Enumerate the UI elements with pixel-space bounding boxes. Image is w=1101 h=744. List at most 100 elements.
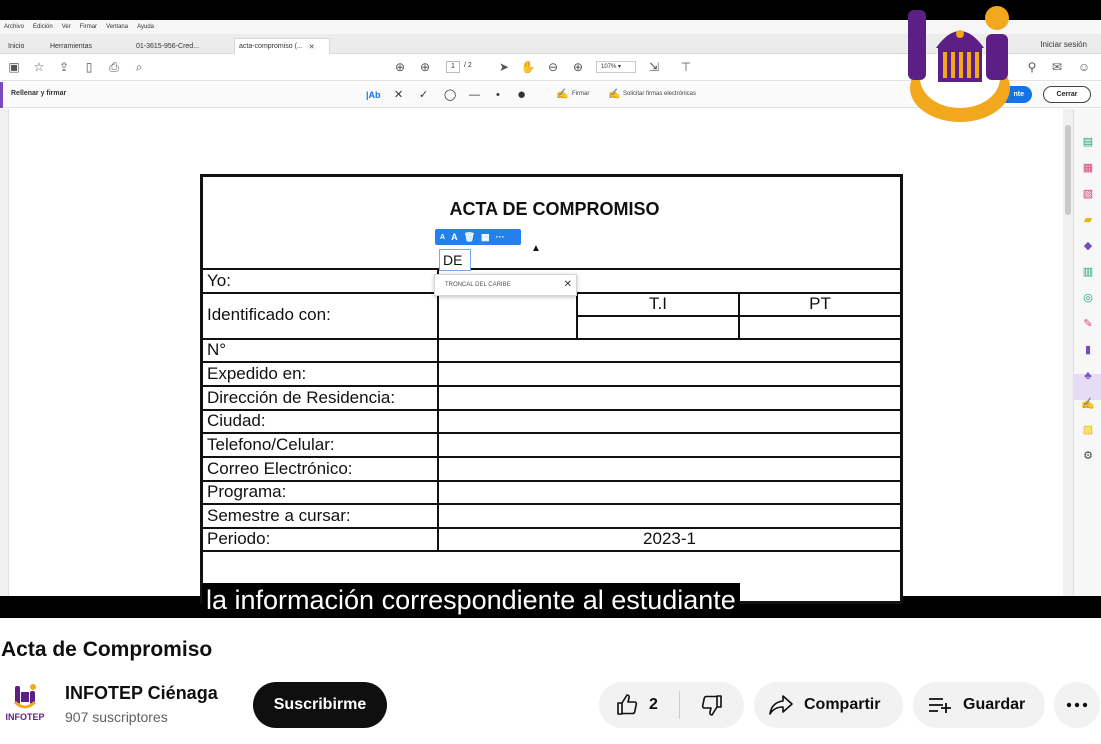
form-line xyxy=(203,432,900,434)
text-format-toolbar: A A 🗑 ▦ ··· xyxy=(435,229,521,245)
label-programa: Programa: xyxy=(207,482,287,501)
thumbs-up-icon xyxy=(617,694,638,715)
label-numero: N° xyxy=(207,340,227,359)
search-icon: ⌕ xyxy=(135,60,143,74)
edit-pdf-icon: ▦ xyxy=(1082,162,1094,174)
infotep-logo-watermark xyxy=(908,6,1010,122)
zoom-select: 107% ▾ xyxy=(596,61,636,73)
fill-sign-tool-icon: ✍ xyxy=(1081,398,1095,410)
add-text-icon: |Ab xyxy=(366,90,381,100)
label-telefono: Telefono/Celular: xyxy=(207,435,335,454)
form-line xyxy=(203,480,900,482)
export-pdf-icon: ▤ xyxy=(1082,136,1094,148)
share-button[interactable]: Compartir xyxy=(754,682,903,728)
label-direccion: Dirección de Residencia: xyxy=(207,388,396,407)
sign-label: Firmar xyxy=(572,91,590,97)
autofill-suggestion: TRONCAL DEL CARIBE ✕ xyxy=(434,274,577,296)
share-arrow-icon xyxy=(769,695,793,715)
save-button[interactable]: Guardar xyxy=(913,682,1045,728)
page-total: / 2 xyxy=(464,62,472,69)
mail-icon: ✉ xyxy=(1051,60,1063,74)
left-panel-collapse xyxy=(0,109,9,596)
option-ti: T.I xyxy=(649,294,667,313)
signin-link: Iniciar sesión xyxy=(1040,40,1087,49)
fit-page-icon: ⇲ xyxy=(648,60,660,74)
comment-icon: ▰ xyxy=(1083,214,1093,226)
account-icon: ☺ xyxy=(1077,60,1091,74)
close-icon: ✕ xyxy=(563,279,572,290)
thumbs-down-icon xyxy=(701,695,722,716)
tools-panel: ▤ ▦ ▧ ▰ ◆ ▥ ◎ ✎ ▮ ♣ ✍ ▨ ⚙ xyxy=(1073,109,1101,596)
request-sign-icon: ✍ xyxy=(608,89,621,100)
menu-firmar: Firmar xyxy=(79,24,98,30)
close-button: Cerrar xyxy=(1043,86,1091,103)
cross-mark-icon: ✕ xyxy=(394,89,404,101)
subscribe-button[interactable]: Suscribirme xyxy=(253,682,387,728)
label-identificado: Identificado con: xyxy=(207,305,331,324)
tab-herramientas: Herramientas xyxy=(50,42,93,50)
organize-icon: ▥ xyxy=(1082,266,1094,278)
print-icon: ⎙ xyxy=(109,60,119,74)
share-label: Compartir xyxy=(804,696,881,713)
form-line xyxy=(203,338,900,340)
video-title: Acta de Compromiso xyxy=(1,638,213,661)
channel-name[interactable]: INFOTEP Ciénaga xyxy=(65,683,218,704)
tab-close-icon: ✕ xyxy=(308,43,315,51)
hand-icon: ✋ xyxy=(520,60,536,74)
tab-document-2: acta-compromiso (... ✕ xyxy=(234,38,330,54)
save-icon: ▣ xyxy=(8,60,20,74)
tab-inicio: Inicio xyxy=(8,42,25,50)
save-label: Guardar xyxy=(963,696,1026,713)
more-actions-button[interactable] xyxy=(1054,682,1100,728)
combine-icon: ◆ xyxy=(1083,240,1093,252)
delete-icon: 🗑 xyxy=(463,231,475,242)
label-periodo: Periodo: xyxy=(207,529,271,548)
mouse-cursor-icon: ▲ xyxy=(531,243,541,254)
cloud-upload-icon: ⇪ xyxy=(58,60,70,74)
menu-ventana: Ventana xyxy=(106,24,129,30)
like-button[interactable]: 2 xyxy=(599,682,679,728)
line-icon: — xyxy=(469,89,480,101)
page-up-icon: ⊕ xyxy=(394,60,406,74)
video-player[interactable]: Archivo Edición Ver Firmar Ventana Ayuda… xyxy=(0,0,1101,618)
small-dot-icon: • xyxy=(496,89,500,101)
read-mode-icon: ⊤ xyxy=(680,60,692,74)
menu-ver: Ver xyxy=(61,24,71,30)
form-title: ACTA DE COMPROMISO xyxy=(449,199,660,219)
youtube-watch-page: Archivo Edición Ver Firmar Ventana Ayuda… xyxy=(0,0,1101,744)
form-line xyxy=(203,503,900,505)
label-correo: Correo Electrónico: xyxy=(207,459,353,478)
form-column-divider xyxy=(437,268,439,552)
form-line xyxy=(203,361,900,363)
decrease-font-icon: A xyxy=(440,233,446,241)
form-line xyxy=(203,550,900,552)
label-semestre: Semestre a cursar: xyxy=(207,506,351,525)
protect-icon: ▮ xyxy=(1084,344,1092,356)
like-count: 2 xyxy=(649,696,658,713)
link-icon: ⚲ xyxy=(1027,60,1037,74)
star-icon: ☆ xyxy=(33,60,45,74)
menu-ayuda: Ayuda xyxy=(137,24,154,30)
tab-document-1: 01-3615-956-Cred... xyxy=(136,42,200,50)
file-icon: ▯ xyxy=(85,60,93,74)
more-icon: ··· xyxy=(495,232,505,242)
more-tools-icon: ⚙ xyxy=(1083,450,1093,462)
stamp-icon: ▨ xyxy=(1082,424,1094,436)
scrollbar-thumb xyxy=(1065,125,1071,215)
redact-icon: ✎ xyxy=(1083,318,1093,330)
sign-pen-icon: ✍ xyxy=(556,89,569,100)
form-line xyxy=(203,456,900,458)
periodo-value: 2023-1 xyxy=(643,529,696,548)
check-mark-icon: ✓ xyxy=(419,89,429,101)
label-yo: Yo: xyxy=(207,271,231,290)
share-tool-icon: ♣ xyxy=(1084,370,1092,382)
channel-avatar[interactable]: INFOTEP xyxy=(3,682,47,726)
dislike-button[interactable] xyxy=(680,682,744,728)
form-line xyxy=(203,385,900,387)
compress-icon: ◎ xyxy=(1083,292,1093,304)
field-type-icon: ▦ xyxy=(481,231,490,242)
option-pt: PT xyxy=(809,294,831,313)
fill-sign-label: Rellenar y firmar xyxy=(11,90,67,97)
like-dislike-group: 2 xyxy=(599,682,744,728)
acta-form: ACTA DE COMPROMISO Yo: Identificado con:… xyxy=(200,174,903,604)
